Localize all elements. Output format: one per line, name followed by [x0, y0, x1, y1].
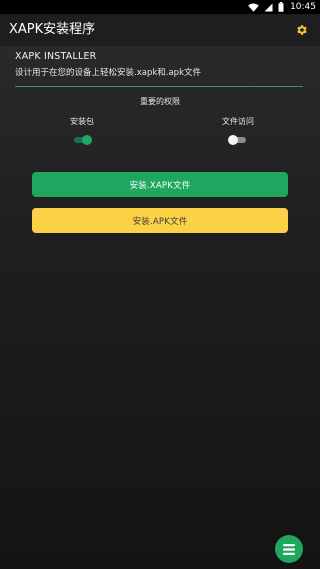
app-title: XAPK安装程序	[9, 22, 96, 37]
permission-install-packages: 安装包	[52, 116, 112, 146]
file-access-toggle[interactable]	[228, 134, 248, 146]
install-xapk-button[interactable]: 安装.XAPK文件	[32, 172, 288, 197]
installer-heading: XAPK INSTALLER	[15, 51, 97, 62]
permissions-title: 重要的权限	[140, 97, 180, 106]
gear-icon	[296, 21, 308, 40]
wifi-icon	[248, 3, 259, 12]
accent-divider	[15, 86, 303, 87]
status-time: 10:45	[290, 2, 316, 12]
battery-icon	[278, 2, 284, 12]
install-packages-toggle[interactable]	[72, 134, 92, 146]
status-bar: 10:45	[0, 0, 320, 14]
toggle-thumb	[228, 135, 238, 145]
app-bar: XAPK安装程序	[0, 14, 320, 46]
installer-description: 设计用于在您的设备上轻松安装.xapk和.apk文件	[15, 68, 201, 78]
status-icons: 10:45	[248, 1, 316, 13]
permission-label: 安装包	[70, 117, 94, 126]
permission-file-access: 文件访问	[208, 116, 268, 146]
cellular-signal-icon	[264, 3, 273, 12]
permission-label: 文件访问	[222, 117, 254, 126]
install-apk-button[interactable]: 安装.APK文件	[32, 208, 288, 233]
menu-fab-button[interactable]	[275, 535, 303, 563]
settings-button[interactable]	[292, 20, 312, 40]
menu-list-icon	[283, 540, 295, 559]
toggle-thumb	[82, 135, 92, 145]
